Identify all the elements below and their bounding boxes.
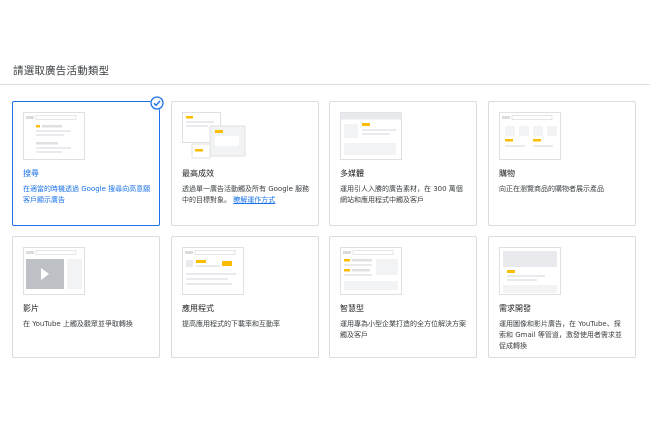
card-title: 多媒體 — [340, 169, 364, 178]
card-description: 運用圖像和影片廣告，在 YouTube、探索和 Gmail 等管道，激發使用者需… — [499, 320, 622, 350]
learn-how-it-works-link[interactable]: 瞭解運作方式 — [233, 196, 275, 204]
page-title: 請選取廣告活動類型 — [13, 65, 110, 77]
card-description: 運用引人入勝的廣告素材，在 300 萬個網站和應用程式中觸及客戶 — [340, 185, 463, 204]
campaign-card-demand-gen[interactable]: 需求開發 運用圖像和影片廣告，在 YouTube、探索和 Gmail 等管道，激… — [488, 236, 636, 358]
card-title: 需求開發 — [499, 304, 531, 313]
search-results-thumbnail — [23, 112, 85, 160]
card-title: 最高成效 — [182, 169, 214, 178]
card-description: 在 YouTube 上觸及觀眾並爭取轉換 — [23, 320, 133, 328]
feed-thumbnail — [499, 247, 561, 295]
app-listing-thumbnail — [182, 247, 244, 295]
campaign-card-shopping[interactable]: 購物 向正在瀏覽商品的購物者展示產品 — [488, 101, 636, 226]
campaign-card-video[interactable]: 影片 在 YouTube 上觸及觀眾並爭取轉換 — [12, 236, 160, 358]
check-circle-icon — [150, 96, 164, 110]
campaign-card-smart[interactable]: 智慧型 運用專為小型企業打造的全方位解決方案觸及客戶 — [329, 236, 477, 358]
card-title: 搜尋 — [23, 169, 39, 178]
card-title: 應用程式 — [182, 304, 214, 313]
campaign-card-performance-max[interactable]: 最高成效 透過單一廣告活動觸及所有 Google 服務中的目標對象。 瞭解運作方… — [171, 101, 319, 226]
campaign-card-app[interactable]: 應用程式 提高應用程式的下載率和互動率 — [171, 236, 319, 358]
card-description: 在適當的時機透過 Google 搜尋向高意願客戶顯示廣告 — [23, 185, 151, 204]
card-title: 智慧型 — [340, 304, 364, 313]
display-site-thumbnail — [340, 112, 402, 160]
card-description: 向正在瀏覽商品的購物者展示產品 — [499, 185, 604, 193]
video-player-thumbnail — [23, 247, 85, 295]
card-title: 影片 — [23, 304, 39, 313]
card-description: 透過單一廣告活動觸及所有 Google 服務中的目標對象。 瞭解運作方式 — [182, 184, 310, 206]
multi-channel-thumbnail — [182, 112, 246, 160]
campaign-card-display[interactable]: 多媒體 運用引人入勝的廣告素材，在 300 萬個網站和應用程式中觸及客戶 — [329, 101, 477, 226]
card-description: 提高應用程式的下載率和互動率 — [182, 320, 280, 328]
title-divider — [0, 84, 650, 85]
smart-mixed-thumbnail — [340, 247, 402, 295]
card-title: 購物 — [499, 169, 515, 178]
shopping-grid-thumbnail — [499, 112, 561, 160]
card-description: 運用專為小型企業打造的全方位解決方案觸及客戶 — [340, 320, 466, 339]
campaign-card-search[interactable]: 搜尋 在適當的時機透過 Google 搜尋向高意願客戶顯示廣告 — [12, 96, 164, 226]
